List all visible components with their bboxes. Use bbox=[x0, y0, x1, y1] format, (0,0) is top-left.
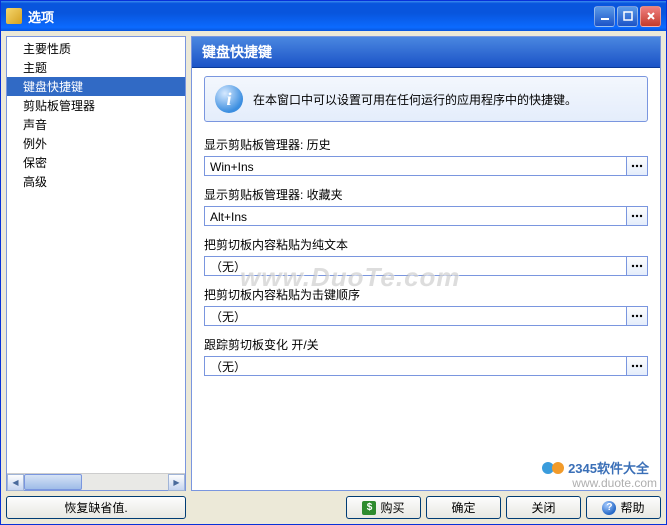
field-label: 把剪切板内容粘贴为纯文本 bbox=[204, 236, 648, 253]
field-show-favorites: 显示剪贴板管理器: 收藏夹 Alt+Ins bbox=[204, 186, 648, 226]
sidebar-item-keyboard-shortcuts[interactable]: 键盘快捷键 bbox=[7, 77, 185, 96]
horizontal-scrollbar[interactable]: ◀ ▶ bbox=[7, 473, 185, 490]
hotkey-input-history[interactable]: Win+Ins bbox=[204, 156, 626, 176]
hotkey-picker-button[interactable] bbox=[626, 256, 648, 276]
ok-button[interactable]: 确定 bbox=[426, 496, 501, 519]
hotkey-picker-button[interactable] bbox=[626, 306, 648, 326]
maximize-button[interactable] bbox=[617, 6, 638, 27]
sidebar-item-label: 键盘快捷键 bbox=[23, 80, 83, 94]
field-toggle-tracking: 跟踪剪切板变化 开/关 （无） bbox=[204, 336, 648, 376]
sidebar-item-label: 主题 bbox=[23, 61, 47, 75]
close-dialog-button[interactable]: 关闭 bbox=[506, 496, 581, 519]
sidebar: 主要性质 主题 键盘快捷键 剪贴板管理器 声音 例外 保密 高级 ◀ ▶ bbox=[6, 36, 186, 491]
button-label: 购买 bbox=[380, 499, 404, 516]
help-icon: ? bbox=[602, 501, 616, 515]
sidebar-item-label: 高级 bbox=[23, 175, 47, 189]
sidebar-item-label: 声音 bbox=[23, 118, 47, 132]
app-icon bbox=[6, 8, 22, 24]
hotkey-picker-button[interactable] bbox=[626, 206, 648, 226]
sidebar-item-advanced[interactable]: 高级 bbox=[7, 172, 185, 191]
field-paste-plain: 把剪切板内容粘贴为纯文本 （无） bbox=[204, 236, 648, 276]
hotkey-picker-button[interactable] bbox=[626, 156, 648, 176]
button-label: 恢复缺省值. bbox=[64, 499, 127, 516]
scroll-left-button[interactable]: ◀ bbox=[7, 474, 24, 491]
info-box: i 在本窗口中可以设置可用在任何运行的应用程序中的快捷键。 bbox=[204, 76, 648, 122]
field-label: 显示剪贴板管理器: 历史 bbox=[204, 136, 648, 153]
minimize-button[interactable] bbox=[594, 6, 615, 27]
field-label: 跟踪剪切板变化 开/关 bbox=[204, 336, 648, 353]
hotkey-input-paste-plain[interactable]: （无） bbox=[204, 256, 626, 276]
help-button[interactable]: ? 帮助 bbox=[586, 496, 661, 519]
scroll-right-button[interactable]: ▶ bbox=[168, 474, 185, 491]
info-text: 在本窗口中可以设置可用在任何运行的应用程序中的快捷键。 bbox=[253, 91, 577, 108]
sidebar-item-theme[interactable]: 主题 bbox=[7, 58, 185, 77]
sidebar-item-main-properties[interactable]: 主要性质 bbox=[7, 39, 185, 58]
sidebar-item-label: 保密 bbox=[23, 156, 47, 170]
sidebar-item-label: 例外 bbox=[23, 137, 47, 151]
button-label: 关闭 bbox=[531, 499, 555, 516]
field-paste-keystroke: 把剪切板内容粘贴为击键顺序 （无） bbox=[204, 286, 648, 326]
scroll-thumb[interactable] bbox=[24, 474, 82, 490]
sidebar-item-clipboard-manager[interactable]: 剪贴板管理器 bbox=[7, 96, 185, 115]
field-label: 显示剪贴板管理器: 收藏夹 bbox=[204, 186, 648, 203]
sidebar-item-label: 主要性质 bbox=[23, 42, 71, 56]
panel-title: 键盘快捷键 bbox=[192, 37, 660, 68]
sidebar-item-label: 剪贴板管理器 bbox=[23, 99, 95, 113]
hotkey-picker-button[interactable] bbox=[626, 356, 648, 376]
button-label: 确定 bbox=[451, 499, 475, 516]
hotkey-input-paste-keystroke[interactable]: （无） bbox=[204, 306, 626, 326]
scroll-track[interactable] bbox=[24, 474, 168, 490]
sidebar-list: 主要性质 主题 键盘快捷键 剪贴板管理器 声音 例外 保密 高级 bbox=[7, 37, 185, 473]
buy-button[interactable]: $ 购买 bbox=[346, 496, 421, 519]
button-label: 帮助 bbox=[620, 499, 644, 516]
info-icon: i bbox=[215, 85, 243, 113]
dollar-icon: $ bbox=[362, 501, 376, 515]
sidebar-item-sound[interactable]: 声音 bbox=[7, 115, 185, 134]
titlebar: 选项 bbox=[1, 1, 666, 31]
field-show-history: 显示剪贴板管理器: 历史 Win+Ins bbox=[204, 136, 648, 176]
content-panel: 键盘快捷键 i 在本窗口中可以设置可用在任何运行的应用程序中的快捷键。 显示剪贴… bbox=[191, 36, 661, 491]
window-title: 选项 bbox=[28, 7, 592, 26]
restore-defaults-button[interactable]: 恢复缺省值. bbox=[6, 496, 186, 519]
sidebar-item-exceptions[interactable]: 例外 bbox=[7, 134, 185, 153]
hotkey-input-toggle-tracking[interactable]: （无） bbox=[204, 356, 626, 376]
close-button[interactable] bbox=[640, 6, 661, 27]
sidebar-item-privacy[interactable]: 保密 bbox=[7, 153, 185, 172]
hotkey-input-favorites[interactable]: Alt+Ins bbox=[204, 206, 626, 226]
field-label: 把剪切板内容粘贴为击键顺序 bbox=[204, 286, 648, 303]
bottom-bar: 恢复缺省值. $ 购买 确定 关闭 ? 帮助 bbox=[6, 496, 661, 519]
